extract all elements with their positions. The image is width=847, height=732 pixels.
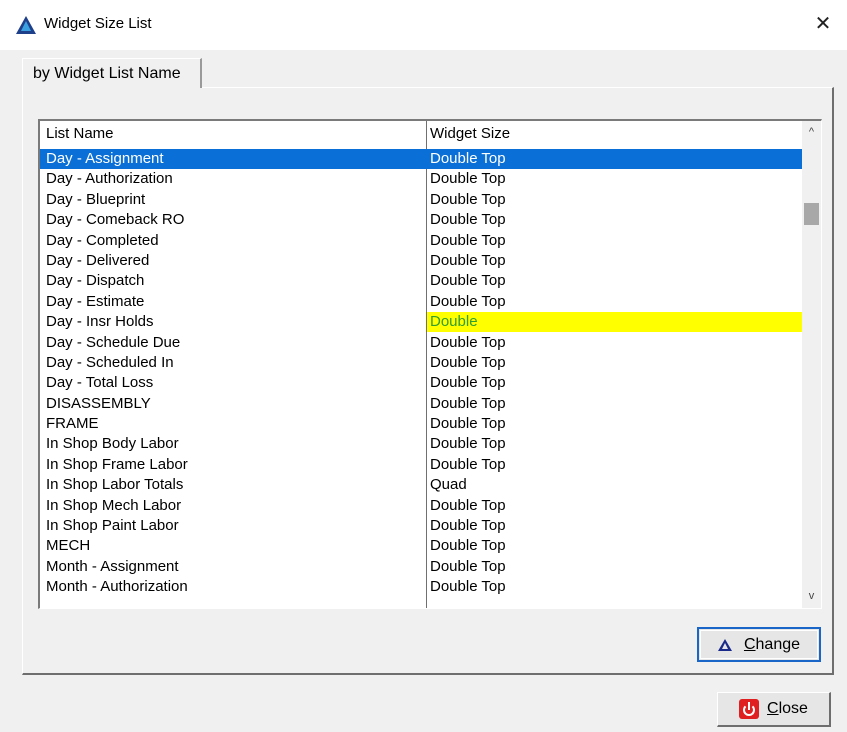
widget-size-cell: Double Top [430, 394, 506, 412]
widget-size-cell: Double [430, 313, 478, 331]
widget-size-cell: Double Top [430, 333, 506, 351]
list-item[interactable]: In Shop Labor Totals Quad [40, 475, 802, 495]
widget-size-cell: Double Top [430, 170, 506, 188]
list-name-cell: FRAME [46, 415, 99, 433]
list-name-cell: Day - Estimate [46, 292, 145, 310]
chevron-down-icon[interactable]: v [802, 587, 821, 606]
list-name-cell: Day - Blueprint [46, 190, 146, 208]
list-name-cell: DISASSEMBLY [46, 394, 151, 412]
list-name-cell: In Shop Mech Labor [46, 496, 182, 514]
list-item[interactable]: Day - Assignment Double Top [40, 149, 802, 170]
widget-size-cell: Double Top [430, 537, 506, 555]
list-name-cell: In Shop Labor Totals [46, 476, 184, 494]
list-item[interactable]: Day - Comeback RO Double Top [40, 210, 802, 230]
list-name-cell: Day - Scheduled In [46, 353, 174, 371]
tab-by-widget-list-name[interactable]: by Widget List Name [22, 58, 202, 88]
list-name-cell: In Shop Body Labor [46, 435, 179, 453]
list-item[interactable]: DISASSEMBLY Double Top [40, 394, 802, 414]
list-item[interactable]: Day - Total Loss Double Top [40, 373, 802, 393]
list-name-cell: Day - Dispatch [46, 272, 145, 290]
triangle-icon [717, 638, 732, 651]
list-item[interactable]: In Shop Paint Labor Double Top [40, 516, 802, 536]
list-name-cell: Day - Insr Holds [46, 313, 154, 331]
list-rows: Day - Assignment Double Top Day - Authoriz… [40, 149, 802, 598]
column-header-list-name[interactable]: List Name [46, 125, 114, 142]
widget-size-cell: Double Top [430, 231, 506, 249]
list-name-cell: Month - Assignment [46, 557, 179, 575]
list-item[interactable]: Day - Insr Holds Double [40, 312, 802, 333]
widget-size-cell: Double Top [430, 435, 506, 453]
widget-size-cell: Double Top [430, 190, 506, 208]
scrollbar-thumb[interactable] [804, 203, 819, 225]
widget-size-list-window: Widget Size List ✕ by Widget List Name L… [0, 0, 847, 732]
list-item[interactable]: Day - Schedule Due Double Top [40, 333, 802, 353]
list-item[interactable]: Day - Scheduled In Double Top [40, 353, 802, 373]
list-item[interactable]: In Shop Mech Labor Double Top [40, 496, 802, 516]
list-name-cell: Day - Assignment [46, 150, 164, 167]
widget-size-cell: Double Top [430, 292, 506, 310]
list-item[interactable]: In Shop Body Labor Double Top [40, 434, 802, 454]
close-button[interactable]: Close [717, 692, 831, 727]
list-name-cell: In Shop Paint Labor [46, 517, 179, 535]
list-item[interactable]: FRAME Double Top [40, 414, 802, 434]
widget-size-listview[interactable]: List Name Widget Size Day - Assignment Do… [38, 119, 822, 609]
app-logo-icon [16, 16, 36, 34]
list-name-cell: Day - Completed [46, 231, 159, 249]
window-title: Widget Size List [44, 15, 152, 32]
change-button[interactable]: Change [697, 627, 821, 662]
widget-size-cell: Double Top [430, 272, 506, 290]
list-item[interactable]: Day - Authorization Double Top [40, 169, 802, 189]
list-header: List Name Widget Size [40, 121, 802, 143]
widget-size-cell: Double Top [430, 353, 506, 371]
list-item[interactable]: Month - Authorization Double Top [40, 577, 802, 597]
list-name-cell: In Shop Frame Labor [46, 455, 188, 473]
list-item[interactable]: Day - Blueprint Double Top [40, 190, 802, 210]
list-name-cell: MECH [46, 537, 91, 555]
widget-size-cell: Double Top [430, 578, 506, 596]
widget-size-cell: Double Top [430, 415, 506, 433]
list-item[interactable]: Day - Completed Double Top [40, 231, 802, 251]
widget-size-cell: Double Top [430, 251, 506, 269]
column-header-widget-size[interactable]: Widget Size [430, 125, 510, 142]
list-name-cell: Day - Comeback RO [46, 211, 185, 229]
widget-size-cell: Double Top [430, 455, 506, 473]
power-icon [739, 699, 760, 719]
list-item[interactable]: Day - Dispatch Double Top [40, 271, 802, 291]
list-name-cell: Day - Delivered [46, 251, 150, 269]
widget-size-cell: Quad [430, 476, 467, 494]
list-item[interactable]: Day - Delivered Double Top [40, 251, 802, 271]
list-name-cell: Day - Authorization [46, 170, 173, 188]
widget-size-cell: Double Top [430, 557, 506, 575]
vertical-scrollbar[interactable]: ^ v [802, 121, 821, 608]
chevron-up-icon[interactable]: ^ [802, 123, 821, 142]
close-button-label: Close [767, 700, 808, 717]
window-close-icon[interactable]: ✕ [809, 10, 837, 38]
change-button-label: Change [743, 635, 801, 653]
title-bar: Widget Size List ✕ [0, 0, 847, 50]
widget-size-cell: Double Top [430, 496, 506, 514]
list-name-cell: Day - Total Loss [46, 374, 154, 392]
widget-size-cell: Double Top [430, 517, 506, 535]
widget-size-cell: Double Top [430, 150, 506, 167]
list-item[interactable]: In Shop Frame Labor Double Top [40, 455, 802, 475]
widget-size-cell: Double Top [430, 374, 506, 392]
list-item[interactable]: Month - Assignment Double Top [40, 557, 802, 577]
list-name-cell: Day - Schedule Due [46, 333, 181, 351]
highlight-cell-bg [427, 312, 802, 333]
widget-size-cell: Double Top [430, 211, 506, 229]
list-name-cell: Month - Authorization [46, 578, 188, 596]
list-item[interactable]: Day - Estimate Double Top [40, 292, 802, 312]
list-item[interactable]: MECH Double Top [40, 536, 802, 556]
